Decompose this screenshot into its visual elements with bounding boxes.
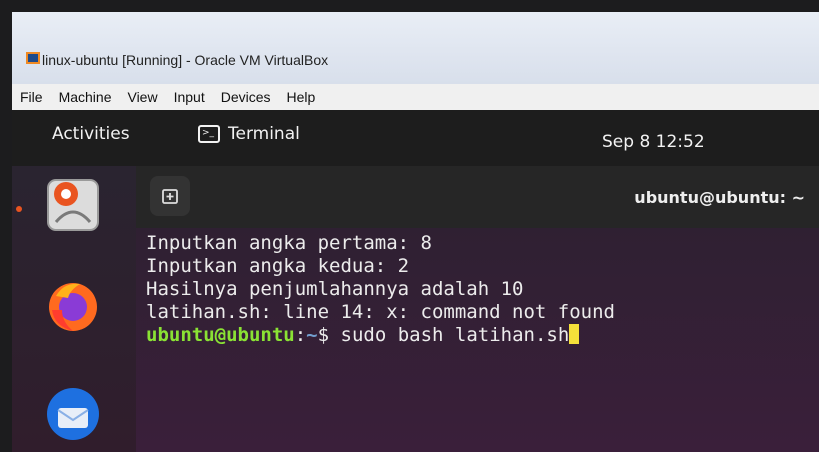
menu-help[interactable]: Help — [279, 84, 324, 110]
app-menu-label: Terminal — [228, 124, 300, 144]
menu-input[interactable]: Input — [166, 84, 213, 110]
virtualbox-logo-icon — [26, 52, 40, 64]
output-line: Inputkan angka pertama: 8 — [146, 232, 432, 254]
thunderbird-icon[interactable] — [42, 378, 104, 440]
vm-screen: linux-ubuntu [Running] - Oracle VM Virtu… — [12, 12, 819, 452]
virtualbox-titlebar: linux-ubuntu [Running] - Oracle VM Virtu… — [12, 12, 819, 84]
prompt-line: ubuntu@ubuntu:~$ sudo bash latihan.sh — [146, 324, 816, 347]
firefox-icon[interactable] — [42, 274, 104, 336]
command-input[interactable]: sudo bash latihan.sh — [341, 324, 570, 346]
terminal-window: ubuntu@ubuntu: ~ Inputkan angka pertama:… — [136, 166, 819, 452]
window-title: linux-ubuntu [Running] - Oracle VM Virtu… — [42, 52, 329, 68]
output-line: Hasilnya penjumlahannya adalah 10 — [146, 278, 524, 300]
help-app-icon[interactable] — [42, 174, 104, 236]
terminal-output[interactable]: Inputkan angka pertama: 8 Inputkan angka … — [146, 232, 816, 347]
new-tab-icon — [162, 189, 178, 204]
menu-machine[interactable]: Machine — [51, 84, 120, 110]
output-line: Inputkan angka kedua: 2 — [146, 255, 410, 277]
text-cursor — [569, 324, 580, 344]
dock — [12, 166, 136, 452]
virtualbox-menubar: File Machine View Input Devices Help — [12, 84, 819, 111]
prompt-separator: : — [294, 324, 307, 346]
menu-devices[interactable]: Devices — [213, 84, 279, 110]
output-line: latihan.sh: line 14: x: command not foun… — [146, 301, 615, 323]
prompt-symbol: $ — [317, 324, 341, 346]
terminal-icon: >_ — [198, 125, 220, 143]
new-tab-button[interactable] — [150, 176, 190, 216]
activities-button[interactable]: Activities — [52, 124, 130, 144]
terminal-headerbar: ubuntu@ubuntu: ~ — [136, 166, 819, 228]
menu-view[interactable]: View — [119, 84, 165, 110]
terminal-title: ubuntu@ubuntu: ~ — [634, 188, 805, 207]
app-menu-terminal[interactable]: >_ Terminal — [198, 124, 300, 144]
gnome-topbar: Activities >_ Terminal Sep 8 12:52 — [12, 110, 819, 166]
prompt-path: ~ — [306, 324, 318, 346]
prompt-user-host: ubuntu@ubuntu — [146, 324, 295, 346]
running-indicator — [16, 206, 22, 212]
clock[interactable]: Sep 8 12:52 — [602, 132, 705, 152]
menu-file[interactable]: File — [12, 84, 51, 110]
